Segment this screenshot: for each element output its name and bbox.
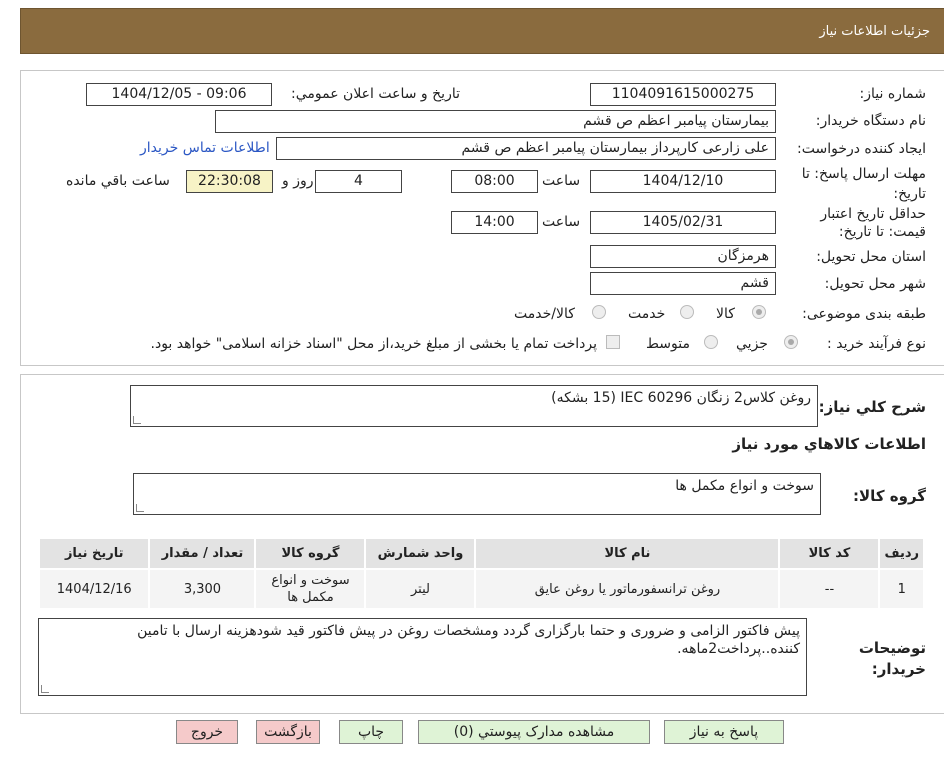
treasury-payment-checkbox[interactable] — [606, 335, 620, 349]
attachments-button[interactable]: مشاهده مدارک پیوستي (0) — [418, 720, 650, 744]
cell-name: روغن ترانسفورماتور یا روغن عایق — [474, 568, 781, 610]
need-number-label: شماره نیاز: — [859, 86, 927, 102]
table-header-row: ردیف کد کالا نام کالا واحد شمارش گروه کا… — [37, 537, 925, 570]
category-radio-service[interactable] — [680, 305, 694, 319]
general-desc-field: روغن کلاس2 زنگان IEC 60296 (15 بشکه) — [130, 385, 818, 427]
table-row[interactable]: 1 -- روغن ترانسفورماتور یا روغن عایق لیت… — [37, 568, 925, 610]
resize-grip-icon[interactable] — [133, 416, 141, 424]
days-field: 4 — [315, 170, 402, 193]
goods-group-label: گروه کالا: — [853, 487, 926, 505]
creator-label: ایجاد کننده درخواست: — [797, 141, 926, 157]
cell-code: -- — [778, 568, 881, 610]
exit-button[interactable]: خروج — [176, 720, 238, 744]
print-button[interactable]: چاپ — [339, 720, 403, 744]
buyer-org-label: نام دستگاه خریدار: — [815, 113, 926, 129]
reply-button[interactable]: پاسخ به نیاز — [664, 720, 784, 744]
page-header: جزئیات اطلاعات نیاز — [20, 8, 944, 54]
contact-buyer-link[interactable]: اطلاعات تماس خریدار — [140, 140, 270, 156]
buyer-notes-field: پیش فاکتور الزامی و ضروری و حتما بارگزار… — [38, 618, 807, 696]
deadline-label: مهلت ارسال پاسخ: تا تاریخ: — [801, 166, 926, 202]
back-button[interactable]: بازگشت — [256, 720, 320, 744]
col-header-quantity: تعداد / مقدار — [148, 537, 257, 570]
announce-label: تاریخ و ساعت اعلان عمومي: — [291, 86, 460, 102]
buyer-org-field: بیمارستان پیامبر اعظم ص قشم — [215, 110, 776, 133]
process-option-small: جزیي — [736, 336, 768, 352]
province-field: هرمزگان — [590, 245, 776, 268]
deadline-date-field: 1404/12/10 — [590, 170, 776, 193]
page-title: جزئیات اطلاعات نیاز — [819, 24, 930, 39]
province-label: استان محل تحویل: — [816, 249, 926, 265]
category-option-goods: کالا — [716, 306, 735, 322]
col-header-name: نام کالا — [474, 537, 781, 570]
col-header-date: تاریخ نیاز — [37, 537, 151, 570]
process-radio-small[interactable] — [784, 335, 798, 349]
category-radio-goods-service[interactable] — [592, 305, 606, 319]
resize-grip-icon[interactable] — [41, 685, 49, 693]
process-label: نوع فرآیند خرید : — [827, 336, 926, 352]
goods-info-title: اطلاعات کالاهاي مورد نیاز — [732, 435, 926, 453]
validity-time-field: 14:00 — [451, 211, 538, 234]
category-option-goods-service: کالا/خدمت — [514, 306, 575, 322]
validity-label: حداقل تاریخ اعتبار قیمت: تا تاریخ: — [820, 206, 926, 240]
days-label: روز و — [282, 173, 314, 189]
category-option-service: خدمت — [628, 306, 666, 322]
deadline-time-field: 08:00 — [451, 170, 538, 193]
cell-row-number: 1 — [878, 568, 925, 610]
general-desc-text: روغن کلاس2 زنگان IEC 60296 (15 بشکه) — [551, 390, 811, 406]
deadline-time-label: ساعت — [542, 173, 581, 189]
resize-grip-icon[interactable] — [136, 504, 144, 512]
process-option-medium: متوسط — [646, 336, 690, 352]
cell-quantity: 3,300 — [148, 568, 257, 610]
creator-field: علی زارعی کارپرداز بیمارستان پیامبر اعظم… — [276, 137, 776, 160]
remaining-label: ساعت باقي مانده — [66, 173, 170, 189]
buyer-notes-text: پیش فاکتور الزامی و ضروری و حتما بارگزار… — [137, 623, 800, 657]
goods-group-field: سوخت و انواع مکمل ها — [133, 473, 821, 515]
city-label: شهر محل تحویل: — [824, 276, 926, 292]
col-header-code: کد کالا — [778, 537, 881, 570]
city-field: قشم — [590, 272, 776, 295]
category-radio-goods[interactable] — [752, 305, 766, 319]
col-header-unit: واحد شمارش — [364, 537, 477, 570]
goods-table: ردیف کد کالا نام کالا واحد شمارش گروه کا… — [37, 537, 925, 610]
cell-date: 1404/12/16 — [37, 568, 151, 610]
remaining-time-field: 22:30:08 — [186, 170, 273, 193]
process-radio-medium[interactable] — [704, 335, 718, 349]
col-header-row-number: ردیف — [878, 537, 925, 570]
col-header-group: گروه کالا — [254, 537, 367, 570]
cell-group: سوخت و انواع مکمل ها — [254, 568, 367, 610]
category-label: طبقه بندی موضوعی: — [802, 306, 926, 322]
validity-time-label: ساعت — [542, 214, 581, 230]
general-desc-label: شرح کلي نیاز: — [818, 398, 926, 416]
buyer-notes-label: توضیحات خریدار: — [858, 639, 926, 678]
cell-unit: لیتر — [364, 568, 477, 610]
goods-group-text: سوخت و انواع مکمل ها — [675, 478, 814, 494]
treasury-payment-note: پرداخت تمام یا بخشی از مبلغ خرید،از محل … — [150, 336, 597, 352]
announce-field: 1404/12/05 - 09:06 — [86, 83, 272, 106]
need-number-field: 1104091615000275 — [590, 83, 776, 106]
validity-date-field: 1405/02/31 — [590, 211, 776, 234]
